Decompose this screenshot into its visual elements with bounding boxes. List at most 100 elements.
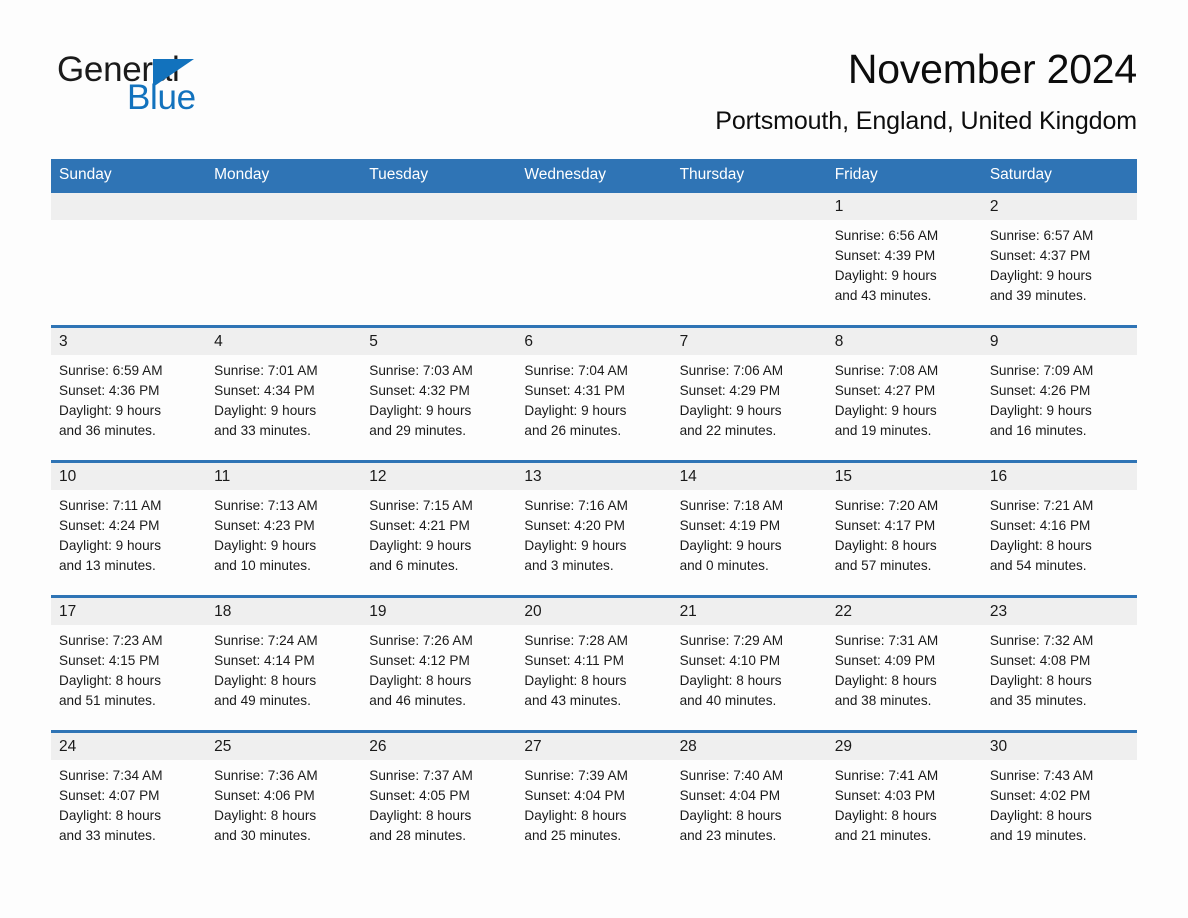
day-cell[interactable]: 29 Sunrise: 7:41 AM Sunset: 4:03 PM Dayligh…	[826, 732, 982, 865]
day-cell[interactable]: 2 Sunrise: 6:57 AM Sunset: 4:37 PM Daylight…	[981, 192, 1137, 325]
day-number: 21	[671, 597, 827, 625]
day-number: 18	[206, 597, 362, 625]
day-cell[interactable]: 5 Sunrise: 7:03 AM Sunset: 4:32 PM Daylight…	[361, 327, 517, 460]
day-cell[interactable]: 4 Sunrise: 7:01 AM Sunset: 4:34 PM Daylight…	[206, 327, 362, 460]
day-cell[interactable]: 10 Sunrise: 7:11 AM Sunset: 4:24 PM Dayligh…	[51, 462, 207, 595]
sunrise-text: Sunrise: 7:43 AM	[989, 767, 1094, 783]
day-cell[interactable]: 22 Sunrise: 7:31 AM Sunset: 4:09 PM Dayligh…	[826, 597, 982, 730]
day-number: 16	[981, 462, 1137, 490]
sunset-text: Sunset: 4:20 PM	[524, 517, 625, 533]
sunrise-text: Sunrise: 6:59 AM	[59, 362, 163, 378]
calendar-week-row: 10 Sunrise: 7:11 AM Sunset: 4:24 PM Dayligh…	[51, 459, 1137, 595]
day-number: 25	[206, 732, 362, 760]
weekday-header-friday: Friday	[834, 166, 878, 183]
daylight-text-line2: and 33 minutes.	[214, 422, 311, 438]
sunset-text: Sunset: 4:37 PM	[989, 247, 1091, 263]
day-cell[interactable]: 12 Sunrise: 7:15 AM Sunset: 4:21 PM Dayligh…	[361, 462, 517, 595]
daylight-text-line1: Daylight: 9 hours	[59, 402, 162, 418]
daylight-text-line1: Daylight: 9 hours	[989, 402, 1092, 418]
day-cell[interactable]: 8 Sunrise: 7:08 AM Sunset: 4:27 PM Daylight…	[826, 327, 982, 460]
day-details	[51, 220, 206, 226]
day-details: Sunrise: 7:36 AM Sunset: 4:06 PM Daylight:…	[206, 760, 361, 846]
day-cell[interactable]: 18 Sunrise: 7:24 AM Sunset: 4:14 PM Dayligh…	[206, 597, 362, 730]
day-cell[interactable]: 13 Sunrise: 7:16 AM Sunset: 4:20 PM Dayligh…	[516, 462, 672, 595]
generalblue-logo[interactable]: General Blue	[57, 52, 257, 118]
day-details: Sunrise: 6:57 AM Sunset: 4:37 PM Daylight:…	[982, 220, 1137, 306]
day-number: 20	[516, 597, 672, 625]
daylight-text-line2: and 23 minutes.	[679, 827, 777, 843]
daylight-text-line2: and 30 minutes.	[214, 827, 311, 843]
daylight-text-line1: Daylight: 9 hours	[369, 402, 472, 418]
day-cell[interactable]: 23 Sunrise: 7:32 AM Sunset: 4:08 PM Dayligh…	[981, 597, 1137, 730]
daylight-text-line2: and 19 minutes.	[989, 827, 1087, 843]
daylight-text-line1: Daylight: 8 hours	[369, 807, 472, 823]
sunset-text: Sunset: 4:27 PM	[834, 382, 936, 398]
page-header: General Blue November 2024 Portsmouth, E…	[0, 0, 1188, 135]
daylight-text-line1: Daylight: 9 hours	[369, 537, 472, 553]
sunrise-text: Sunrise: 7:31 AM	[834, 632, 939, 648]
day-details: Sunrise: 7:32 AM Sunset: 4:08 PM Daylight:…	[982, 625, 1137, 711]
day-cell[interactable]: 27 Sunrise: 7:39 AM Sunset: 4:04 PM Dayligh…	[516, 732, 672, 865]
day-cell[interactable]: 1 Sunrise: 6:56 AM Sunset: 4:39 PM Daylight…	[826, 192, 982, 325]
day-details	[672, 220, 827, 226]
daylight-text-line2: and 29 minutes.	[369, 422, 467, 438]
sunset-text: Sunset: 4:04 PM	[679, 787, 781, 803]
day-cell[interactable]: 24 Sunrise: 7:34 AM Sunset: 4:07 PM Dayligh…	[51, 732, 207, 865]
daylight-text-line1: Daylight: 9 hours	[679, 537, 782, 553]
day-cell[interactable]: 19 Sunrise: 7:26 AM Sunset: 4:12 PM Dayligh…	[361, 597, 517, 730]
day-details: Sunrise: 7:13 AM Sunset: 4:23 PM Daylight:…	[206, 490, 361, 576]
sunrise-text: Sunrise: 7:41 AM	[834, 767, 939, 783]
day-cell[interactable]: 6 Sunrise: 7:04 AM Sunset: 4:31 PM Daylight…	[516, 327, 672, 460]
day-cell[interactable]: 21 Sunrise: 7:29 AM Sunset: 4:10 PM Dayligh…	[671, 597, 827, 730]
daylight-text-line1: Daylight: 9 hours	[834, 267, 937, 283]
daylight-text-line2: and 28 minutes.	[369, 827, 467, 843]
sunrise-text: Sunrise: 7:11 AM	[59, 497, 162, 513]
day-cell-empty	[206, 192, 362, 325]
day-cell[interactable]: 7 Sunrise: 7:06 AM Sunset: 4:29 PM Daylight…	[671, 327, 827, 460]
daylight-text-line2: and 21 minutes.	[834, 827, 932, 843]
day-cell[interactable]: 14 Sunrise: 7:18 AM Sunset: 4:19 PM Dayligh…	[671, 462, 827, 595]
weekday-header-monday: Monday	[214, 166, 270, 183]
day-number: 28	[671, 732, 827, 760]
sunrise-text: Sunrise: 7:32 AM	[989, 632, 1094, 648]
day-cell[interactable]: 20 Sunrise: 7:28 AM Sunset: 4:11 PM Dayligh…	[516, 597, 672, 730]
sunset-text: Sunset: 4:14 PM	[214, 652, 315, 668]
sunset-text: Sunset: 4:36 PM	[59, 382, 160, 398]
day-cell[interactable]: 9 Sunrise: 7:09 AM Sunset: 4:26 PM Daylight…	[981, 327, 1137, 460]
day-cell[interactable]: 16 Sunrise: 7:21 AM Sunset: 4:16 PM Dayligh…	[981, 462, 1137, 595]
day-details: Sunrise: 7:11 AM Sunset: 4:24 PM Daylight:…	[51, 490, 206, 576]
daylight-text-line1: Daylight: 8 hours	[59, 807, 162, 823]
sunrise-text: Sunrise: 7:15 AM	[369, 497, 473, 513]
day-details	[516, 220, 671, 226]
day-number: 8	[826, 327, 982, 355]
day-cell[interactable]: 15 Sunrise: 7:20 AM Sunset: 4:17 PM Dayligh…	[826, 462, 982, 595]
day-details: Sunrise: 7:43 AM Sunset: 4:02 PM Daylight:…	[982, 760, 1137, 846]
day-number: 19	[361, 597, 517, 625]
daylight-text-line2: and 26 minutes.	[524, 422, 622, 438]
day-cell[interactable]: 26 Sunrise: 7:37 AM Sunset: 4:05 PM Dayligh…	[361, 732, 517, 865]
sunset-text: Sunset: 4:09 PM	[834, 652, 936, 668]
day-cell[interactable]: 11 Sunrise: 7:13 AM Sunset: 4:23 PM Dayligh…	[206, 462, 362, 595]
day-details: Sunrise: 7:06 AM Sunset: 4:29 PM Daylight:…	[672, 355, 827, 441]
daylight-text-line1: Daylight: 8 hours	[59, 672, 162, 688]
daylight-text-line1: Daylight: 8 hours	[214, 807, 317, 823]
day-number: 29	[826, 732, 982, 760]
day-cell[interactable]: 25 Sunrise: 7:36 AM Sunset: 4:06 PM Dayligh…	[206, 732, 362, 865]
day-details: Sunrise: 6:59 AM Sunset: 4:36 PM Daylight:…	[51, 355, 206, 441]
daylight-text-line1: Daylight: 8 hours	[989, 537, 1092, 553]
day-cell[interactable]: 3 Sunrise: 6:59 AM Sunset: 4:36 PM Daylight…	[51, 327, 207, 460]
sunrise-text: Sunrise: 7:40 AM	[679, 767, 784, 783]
day-number: 12	[361, 462, 517, 490]
day-details: Sunrise: 7:09 AM Sunset: 4:26 PM Daylight:…	[982, 355, 1137, 441]
day-number: 13	[516, 462, 672, 490]
page-subtitle: Portsmouth, England, United Kingdom	[715, 107, 1137, 136]
day-cell[interactable]: 17 Sunrise: 7:23 AM Sunset: 4:15 PM Dayligh…	[51, 597, 207, 730]
day-cell[interactable]: 30 Sunrise: 7:43 AM Sunset: 4:02 PM Dayligh…	[981, 732, 1137, 865]
daylight-text-line1: Daylight: 8 hours	[369, 672, 472, 688]
day-number: 24	[51, 732, 207, 760]
sunset-text: Sunset: 4:31 PM	[524, 382, 625, 398]
day-cell[interactable]: 28 Sunrise: 7:40 AM Sunset: 4:04 PM Dayligh…	[671, 732, 827, 865]
daylight-text-line2: and 0 minutes.	[679, 557, 769, 573]
sunset-text: Sunset: 4:39 PM	[834, 247, 936, 263]
sunset-text: Sunset: 4:17 PM	[834, 517, 936, 533]
